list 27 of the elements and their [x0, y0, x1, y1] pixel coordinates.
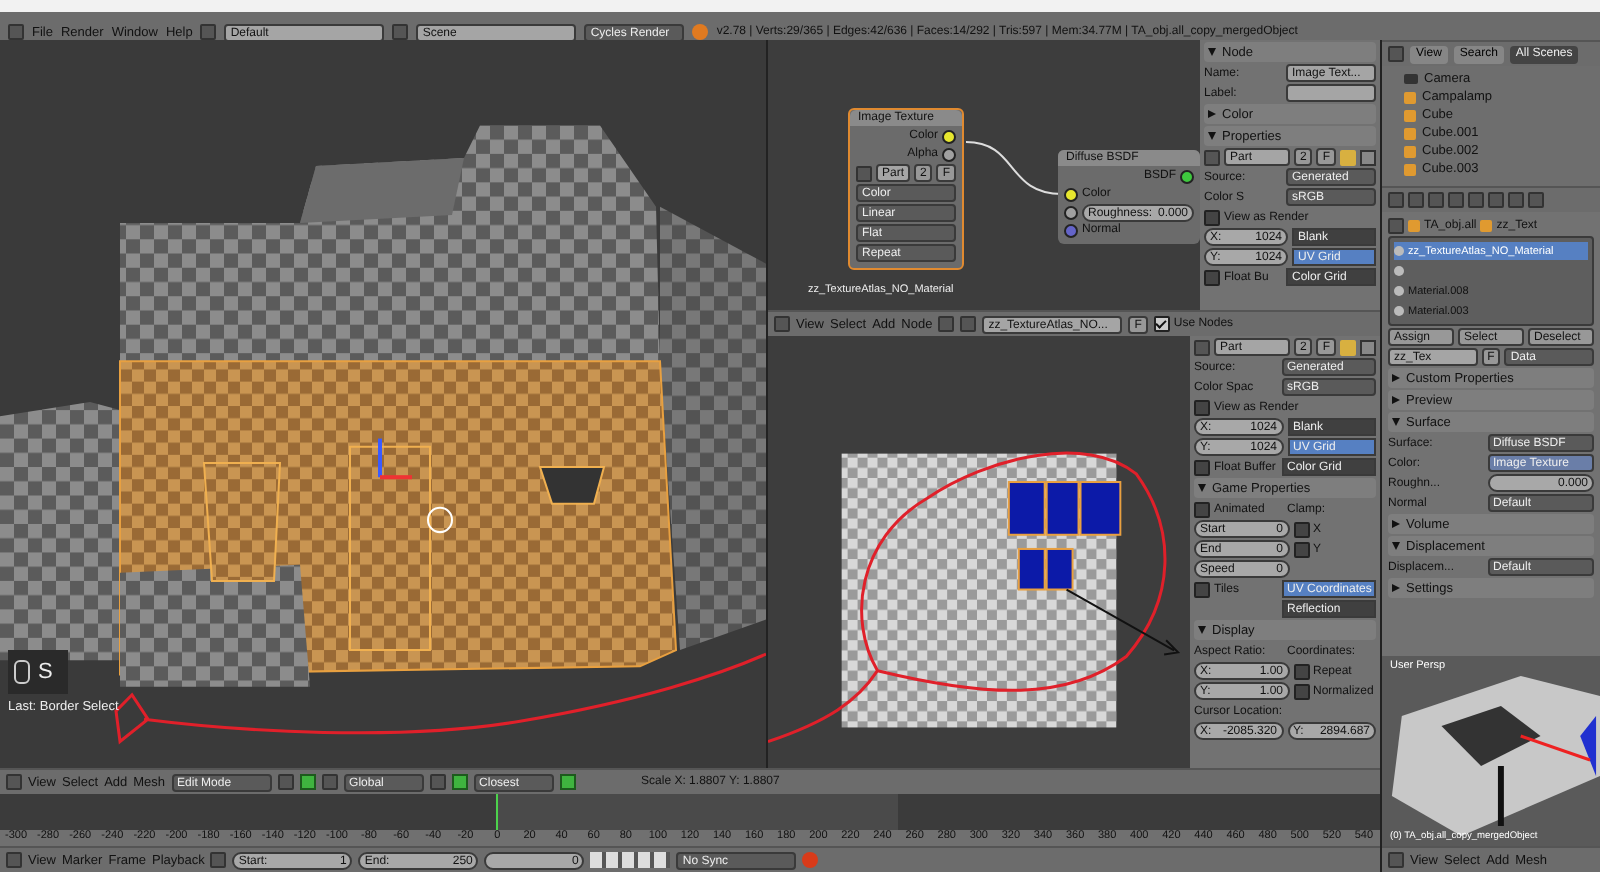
folder-icon[interactable]: [1340, 339, 1356, 355]
layout-icon[interactable]: [200, 24, 217, 40]
checkbox[interactable]: [1194, 501, 1210, 517]
node-link: [966, 140, 1062, 196]
output-socket[interactable]: [1180, 169, 1194, 183]
close-icon[interactable]: [1360, 339, 1376, 355]
mouse-icon: [14, 660, 30, 684]
checkbox[interactable]: [1204, 269, 1220, 285]
checkbox[interactable]: [1293, 683, 1309, 699]
checkbox[interactable]: [1293, 521, 1309, 537]
vertex-select-icon[interactable]: [299, 774, 316, 790]
checkbox[interactable]: [1204, 209, 1220, 225]
app-logo-icon: [692, 24, 709, 40]
text-field[interactable]: [1286, 84, 1376, 102]
close-icon[interactable]: [1360, 149, 1376, 165]
playback-controls-icon[interactable]: [590, 852, 671, 868]
checkbox[interactable]: [1194, 399, 1210, 415]
key-label: S: [38, 660, 53, 684]
checkbox[interactable]: [1194, 459, 1210, 475]
checkbox[interactable]: [1293, 663, 1309, 679]
object-icon: [1480, 219, 1493, 231]
checkbox[interactable]: [1293, 541, 1309, 557]
scene-icon[interactable]: [392, 24, 409, 40]
checkbox[interactable]: [1194, 581, 1210, 597]
object-icon: [1408, 219, 1420, 231]
folder-icon[interactable]: [1340, 149, 1356, 165]
checkbox[interactable]: [1153, 316, 1170, 332]
